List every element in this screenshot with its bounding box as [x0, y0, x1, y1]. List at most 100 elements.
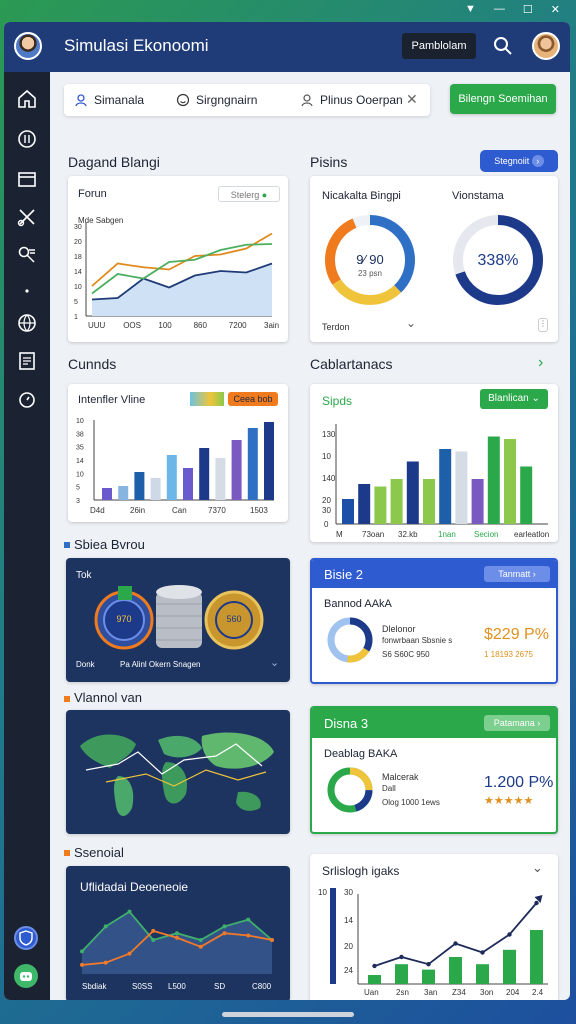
bar	[390, 479, 403, 524]
chat-bot-icon[interactable]	[14, 964, 38, 988]
timer-icon[interactable]	[16, 388, 38, 410]
series-point	[175, 935, 179, 940]
x-label: 1nan	[438, 530, 456, 539]
section-title-right1: Pisins	[310, 154, 348, 170]
y-tick: 130	[322, 430, 336, 439]
coin-value-1: 970	[116, 614, 132, 624]
series-point	[222, 931, 227, 936]
series-point	[270, 938, 274, 942]
donut-left-value: 9⁄ 90	[356, 252, 384, 267]
shield-icon[interactable]	[14, 926, 38, 950]
series-point	[246, 917, 251, 922]
filter-bar: Simanala Sirgngnairn Plinus Ooerpan ✕	[64, 84, 430, 116]
y-tick-label: 38	[76, 431, 84, 438]
bar	[422, 969, 435, 984]
line-chart-card: Forun Stelerg ● Mde Sabgen 30 20 18 14 10 5 1 U…	[68, 176, 288, 342]
disna3-line1: Malcerak	[382, 772, 419, 782]
series-point	[80, 949, 84, 954]
clear-filter-icon[interactable]: ✕	[406, 91, 418, 108]
document-icon[interactable]	[16, 350, 38, 372]
bar	[504, 439, 516, 524]
disna3-value: 1.200 P%	[484, 774, 554, 791]
y-tick: 24	[344, 966, 353, 975]
growth-chart-card: Srlislogh igaks ⌄ 10 30 14 20 24 Uan 2sn…	[310, 854, 558, 1000]
user-avatar[interactable]	[14, 32, 42, 60]
y-tick-label: 5	[74, 299, 78, 306]
chevron-right-icon[interactable]: ›	[538, 354, 543, 372]
y-tick-label: 14	[74, 269, 82, 276]
bar	[471, 479, 484, 524]
bar	[503, 949, 516, 984]
top-action-button[interactable]: Pamblolam	[402, 33, 476, 59]
primary-action-button[interactable]: Bilengn Soemihan	[450, 84, 556, 114]
disna3-line2: Dall	[382, 784, 396, 793]
x-tick-label: 100	[158, 321, 172, 330]
x-label: M	[336, 530, 343, 539]
x-tick-label: 3ain	[264, 321, 279, 330]
bar	[520, 466, 533, 524]
bar	[476, 964, 489, 984]
section-title-left5: Ssenoial	[74, 845, 124, 860]
section-bullet	[64, 696, 70, 702]
trend-point	[453, 941, 458, 946]
disna3-donut	[327, 767, 373, 813]
disna3-title: Disna 3	[324, 716, 369, 731]
rating-stars-icon: ★★★★★	[484, 795, 534, 807]
search-people-icon[interactable]	[16, 244, 38, 266]
series-point	[80, 962, 84, 967]
series-point	[151, 928, 156, 933]
coins-card: Tok 970 560 Donk Pa Alinl Okern Snagen ⌄	[66, 558, 290, 682]
y-tick-label: 10	[76, 418, 84, 425]
bisie2-button[interactable]: Tanmatt ›	[484, 566, 550, 582]
x-label: 73oan	[362, 530, 385, 539]
close-icon[interactable]: ✕	[551, 3, 560, 16]
coin-icon[interactable]	[16, 128, 38, 150]
filter-item-1[interactable]: Simanala	[74, 84, 144, 116]
bisie2-line1: Dlelonor	[382, 624, 416, 634]
disna3-line3: Olog 1000 1ews	[382, 798, 440, 807]
bar	[150, 478, 161, 500]
coin-value-2: 560	[226, 614, 242, 624]
x-label: Z34	[452, 988, 466, 997]
y-tick: 10	[322, 452, 331, 461]
dot-icon	[16, 280, 38, 302]
x-label: 1503	[250, 506, 268, 515]
profile-avatar[interactable]	[532, 32, 560, 60]
donut-footer: Terdon	[322, 322, 350, 332]
x-label: 2.4	[532, 988, 544, 997]
y-tick: 0	[324, 520, 329, 529]
filter-item-3[interactable]: Plinus Ooerpan	[300, 84, 403, 116]
scissors-icon[interactable]	[16, 206, 38, 228]
store-icon[interactable]	[16, 168, 38, 190]
minimize-icon[interactable]: —	[494, 3, 505, 16]
home-indicator[interactable]	[222, 1012, 354, 1017]
y-tick-label: 1	[74, 314, 78, 321]
chevron-icon: ›	[531, 155, 544, 167]
series-point	[103, 960, 108, 965]
trend-point	[480, 950, 485, 955]
right1-action-button[interactable]: Stegnoiit ›	[480, 150, 558, 172]
coins-footer-left: Donk	[76, 660, 95, 669]
x-label: 32.kb	[398, 530, 418, 539]
bisie2-line3: S6 S60C 950	[382, 650, 430, 659]
user-icon	[75, 94, 87, 107]
sidebar	[4, 72, 50, 1000]
scroll-handle-icon[interactable]: ⋮	[538, 318, 548, 332]
globe-icon[interactable]	[16, 312, 38, 334]
coin-stack-icon	[156, 585, 202, 648]
bar	[395, 964, 408, 984]
filter-item-2[interactable]: Sirgngnairn	[176, 84, 257, 116]
home-icon[interactable]	[16, 88, 38, 110]
economic-chart	[80, 909, 274, 974]
chevron-down-icon[interactable]: ⌄	[406, 316, 416, 330]
disna3-button[interactable]: Patamana ›	[484, 715, 550, 731]
chevron-down-icon[interactable]: ⌄	[270, 656, 279, 669]
section-title-left4: Vlannol van	[74, 690, 142, 705]
world-map-card	[66, 710, 290, 834]
y-tick: 10	[318, 888, 327, 897]
search-icon[interactable]	[492, 35, 514, 57]
maximize-icon[interactable]: ☐	[523, 3, 533, 16]
disna3-subtitle: Deablag BAKA	[324, 748, 398, 760]
disna3-card: Disna 3 Patamana › Deablag BAKA Malcerak…	[310, 706, 558, 834]
bisie2-subvalue: 1 18193 2675	[484, 650, 533, 659]
